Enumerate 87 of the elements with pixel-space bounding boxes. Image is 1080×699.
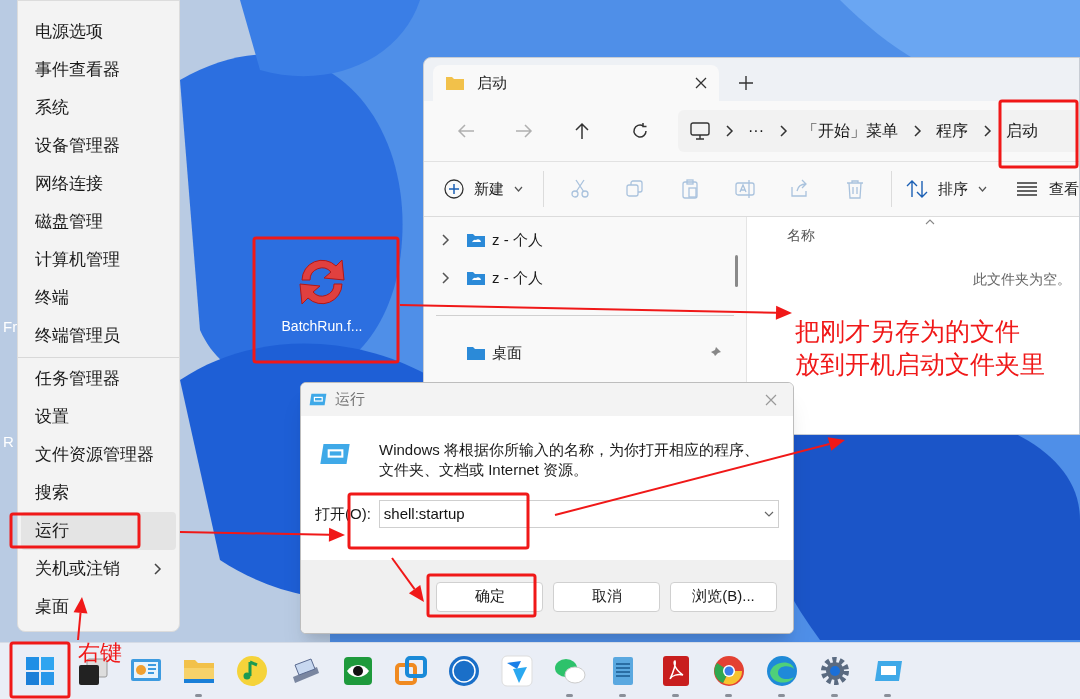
- computer-icon: [690, 122, 710, 140]
- scissors-icon: [570, 179, 591, 199]
- column-header[interactable]: 名称: [787, 225, 815, 246]
- chevron-right-icon: [778, 125, 788, 137]
- running-indicator: [195, 694, 202, 697]
- menu-item[interactable]: 桌面: [21, 588, 176, 626]
- annotation-arrow: [391, 557, 424, 602]
- plus-icon: [739, 76, 753, 90]
- desktop-icon-label[interactable]: BatchRun.f...: [281, 316, 363, 337]
- menu-item[interactable]: 终端管理员: [21, 317, 176, 355]
- menu-item[interactable]: 关机或注销: [21, 550, 176, 588]
- highlight-box: [9, 641, 71, 699]
- running-indicator: [831, 694, 838, 697]
- running-indicator: [725, 694, 732, 697]
- new-button[interactable]: 新建: [442, 171, 525, 207]
- folder-icon: [466, 345, 486, 361]
- breadcrumb-item[interactable]: 程序: [936, 119, 968, 143]
- dialog-button[interactable]: 浏览(B)...: [670, 581, 777, 612]
- menu-item[interactable]: 计算机管理: [21, 241, 176, 279]
- back-arrow-icon: [457, 122, 475, 140]
- menu-item[interactable]: 网络连接: [21, 165, 176, 203]
- annotation-text: 放到开机启动文件夹里: [795, 349, 1045, 380]
- folder-icon: [466, 232, 486, 248]
- scrollbar-thumb[interactable]: [735, 255, 738, 287]
- annotation-arrow: [73, 597, 88, 641]
- window-icon: [319, 443, 351, 465]
- menu-item[interactable]: 任务管理器: [21, 360, 176, 398]
- menu-item[interactable]: 搜索: [21, 474, 176, 512]
- menu-item[interactable]: 文件资源管理器: [21, 436, 176, 474]
- annotation-text: 把刚才另存为的文件: [795, 316, 1021, 347]
- menu-item[interactable]: 电源选项: [21, 13, 176, 51]
- view-button[interactable]: 查看: [1017, 171, 1079, 207]
- close-icon: [695, 77, 707, 89]
- chevron-right-icon: [912, 125, 922, 137]
- breadcrumb-item[interactable]: ···: [748, 119, 764, 143]
- share-icon: [789, 179, 810, 199]
- breadcrumb-item[interactable]: 「开始」菜单: [802, 119, 898, 143]
- sort-caret-icon: [925, 219, 935, 225]
- lines-icon: [1017, 182, 1037, 196]
- sort-button[interactable]: 排序: [906, 171, 987, 207]
- caret-down-icon: [764, 511, 774, 517]
- window-icon: [309, 393, 327, 406]
- running-indicator: [619, 694, 626, 697]
- dialog-button[interactable]: 取消: [553, 581, 660, 612]
- menu-item[interactable]: 事件查看器: [21, 51, 176, 89]
- refresh-icon: [631, 122, 649, 140]
- caret-down-icon: [978, 186, 987, 192]
- menu-item[interactable]: 设置: [21, 398, 176, 436]
- up-arrow-icon: [573, 122, 591, 140]
- empty-folder-message: 此文件夹为空。: [973, 270, 1071, 289]
- close-icon: [765, 393, 777, 406]
- dialog-description: Windows 将根据你所输入的名称，为你打开相应的程序、文件夹、文档或 Internet 资源。: [379, 440, 761, 480]
- dialog-button[interactable]: 确定: [436, 581, 543, 612]
- chevron-right-icon: [152, 563, 162, 575]
- annotation-text: 右键: [78, 639, 122, 667]
- trash-icon: [844, 179, 865, 199]
- menu-item[interactable]: 设备管理器: [21, 127, 176, 165]
- command-input[interactable]: shell:startup: [378, 500, 779, 528]
- running-indicator: [672, 694, 679, 697]
- nav-item[interactable]: z - 个人: [424, 259, 746, 297]
- running-indicator: [778, 694, 785, 697]
- breadcrumb-item[interactable]: 启动: [1006, 119, 1038, 143]
- rename-icon: [734, 179, 755, 199]
- nav-item[interactable]: z - 个人: [424, 221, 746, 259]
- clipboard-icon: [680, 179, 701, 199]
- plus-circle-icon: [444, 179, 464, 199]
- running-indicator: [884, 694, 891, 697]
- caret-down-icon: [514, 186, 523, 192]
- copy-icon: [625, 179, 646, 199]
- forward-arrow-icon: [515, 122, 533, 140]
- sort-arrows-icon: [906, 180, 928, 198]
- desktop-icon-label: Fr: [3, 317, 18, 337]
- folder-icon: [445, 75, 465, 91]
- dialog-title: 运行: [335, 389, 366, 410]
- running-indicator: [566, 694, 573, 697]
- paper-plane-icon: [498, 653, 535, 689]
- chevron-right-icon: [724, 125, 734, 137]
- chevron-right-icon: [982, 125, 992, 137]
- nav-item[interactable]: 桌面: [424, 334, 746, 372]
- folder-icon: [466, 270, 486, 286]
- menu-item[interactable]: 系统: [21, 89, 176, 127]
- menu-item[interactable]: 磁盘管理: [21, 203, 176, 241]
- tab[interactable]: 启动: [433, 65, 719, 101]
- desktop-icon-label: R: [3, 432, 14, 452]
- menu-item[interactable]: 终端: [21, 279, 176, 317]
- chevron-right-icon: [440, 272, 450, 284]
- chevron-right-icon: [440, 234, 450, 246]
